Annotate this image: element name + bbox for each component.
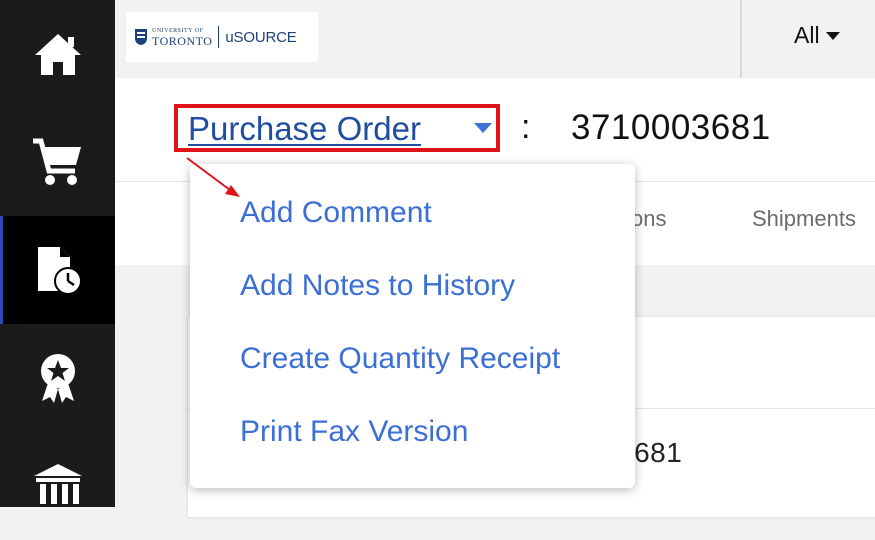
menu-item-create-quantity-receipt[interactable]: Create Quantity Receipt — [240, 342, 560, 376]
menu-item-add-comment[interactable]: Add Comment — [240, 196, 432, 230]
tab-shipments[interactable]: Shipments — [752, 206, 856, 232]
logo-toronto: TORONTO — [152, 33, 213, 48]
university-logo[interactable]: UNIVERSITY OF TORONTO uSOURCE — [126, 12, 318, 62]
header-separator: : — [521, 108, 531, 146]
logo-university-of: UNIVERSITY OF — [152, 27, 204, 34]
sidebar-item-orders[interactable] — [0, 216, 115, 324]
award-icon — [40, 354, 75, 403]
crest-icon — [135, 29, 147, 45]
scope-dropdown-label: All — [794, 22, 820, 48]
caret-down-icon[interactable] — [474, 123, 492, 133]
purchase-order-dropdown[interactable]: Purchase Order — [188, 110, 421, 148]
sidebar-item-awards[interactable] — [0, 324, 115, 432]
scope-dropdown[interactable]: All — [794, 22, 840, 49]
menu-item-add-notes-to-history[interactable]: Add Notes to History — [240, 269, 515, 303]
bank-icon — [33, 464, 82, 504]
sidebar — [0, 0, 115, 507]
top-bar: UNIVERSITY OF TORONTO uSOURCE All — [115, 0, 875, 78]
caret-down-icon — [825, 31, 840, 40]
po-number: 3710003681 — [571, 108, 771, 147]
sidebar-item-home[interactable] — [0, 0, 115, 108]
menu-item-print-fax-version[interactable]: Print Fax Version — [240, 415, 468, 449]
cart-icon — [32, 138, 81, 185]
sidebar-item-finance[interactable] — [0, 432, 115, 540]
home-icon — [34, 34, 81, 75]
logo-divider — [218, 26, 220, 48]
purchase-order-menu: Add Comment Add Notes to History Create … — [190, 164, 635, 488]
sidebar-item-shop[interactable] — [0, 108, 115, 216]
document-clock-icon — [38, 247, 82, 295]
topbar-divider — [740, 0, 742, 78]
logo-brand: uSOURCE — [225, 28, 297, 46]
